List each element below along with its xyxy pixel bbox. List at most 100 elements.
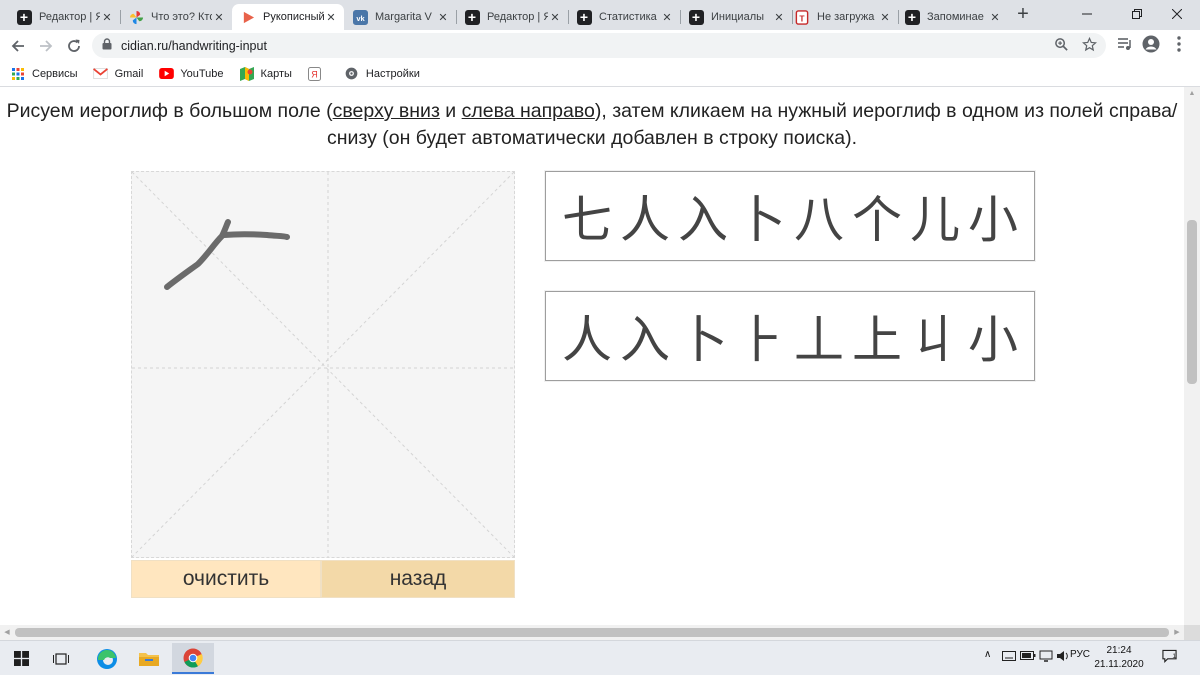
- horizontal-scroll-thumb[interactable]: [15, 628, 1169, 637]
- tab-editor-1[interactable]: + Редактор | Я ✕: [8, 4, 121, 30]
- candidate-char[interactable]: 上: [848, 301, 906, 371]
- file-explorer-icon[interactable]: [128, 643, 170, 674]
- url-text: cidian.ru/handwriting-input: [121, 38, 267, 53]
- plus-square-icon: +: [904, 9, 920, 25]
- gmail-icon: [93, 67, 109, 81]
- battery-icon[interactable]: [1020, 651, 1036, 663]
- close-icon[interactable]: ✕: [660, 11, 674, 24]
- tab-title: Рукописный: [263, 11, 324, 23]
- drawing-guides: [132, 172, 514, 557]
- windows-taskbar: ∧ РУС 21:24 21.11.2020 1: [0, 640, 1200, 675]
- handwriting-canvas[interactable]: [131, 171, 515, 558]
- tab-what-is-this[interactable]: Что это? Кто ✕: [120, 4, 233, 30]
- yandex-icon: Я: [307, 66, 323, 81]
- candidate-char[interactable]: 入: [674, 181, 732, 251]
- vertical-scroll-thumb[interactable]: [1187, 220, 1197, 384]
- notifications-icon[interactable]: 1: [1162, 649, 1177, 666]
- candidate-char[interactable]: 小: [964, 301, 1022, 371]
- close-icon[interactable]: ✕: [548, 11, 562, 24]
- candidate-char[interactable]: 儿: [906, 181, 964, 251]
- clock-date: 21.11.2020: [1094, 659, 1144, 670]
- tab-title: Не загружа: [817, 11, 875, 23]
- address-bar[interactable]: cidian.ru/handwriting-input: [92, 33, 1106, 58]
- tab-title: Margarita V: [375, 11, 432, 23]
- tab-initials[interactable]: + Инициалы ✕: [680, 4, 793, 30]
- star-icon[interactable]: [1080, 35, 1098, 53]
- candidate-char[interactable]: 个: [848, 181, 906, 251]
- left-right-link[interactable]: слева направо: [462, 100, 595, 122]
- tab-editor-2[interactable]: + Редактор | Я ✕: [456, 4, 569, 30]
- red-file-icon: T: [794, 9, 810, 25]
- drawn-stroke: [164, 219, 231, 290]
- language-indicator[interactable]: РУС: [1070, 649, 1090, 660]
- close-icon[interactable]: ✕: [878, 11, 892, 24]
- scroll-up-arrow-icon[interactable]: ▲: [1184, 87, 1200, 101]
- close-icon[interactable]: ✕: [772, 11, 786, 24]
- system-clock[interactable]: 21:24 21.11.2020: [1094, 644, 1144, 672]
- candidate-char[interactable]: 小: [964, 181, 1022, 251]
- svg-text:vk: vk: [356, 13, 365, 22]
- close-icon[interactable]: ✕: [100, 11, 114, 24]
- back-arrow-icon[interactable]: [6, 34, 30, 58]
- plus-square-icon: +: [688, 9, 704, 25]
- bookmark-settings[interactable]: Настройки: [344, 67, 420, 81]
- candidate-char[interactable]: 人: [558, 301, 616, 371]
- bookmark-gmail[interactable]: Gmail: [93, 67, 144, 81]
- close-icon[interactable]: ✕: [436, 11, 450, 24]
- network-icon[interactable]: [1039, 650, 1053, 665]
- candidate-char[interactable]: 丩: [906, 301, 964, 371]
- bookmark-services[interactable]: Сервисы: [10, 67, 78, 81]
- candidate-char[interactable]: 七: [558, 181, 616, 251]
- bookmark-youtube[interactable]: YouTube: [158, 67, 224, 81]
- tab-not-loading[interactable]: T Не загружа ✕: [786, 4, 899, 30]
- chrome-taskbar-icon[interactable]: [172, 643, 214, 674]
- profile-avatar-icon[interactable]: [1142, 35, 1160, 53]
- tray-chevron-icon[interactable]: ∧: [984, 649, 991, 660]
- edge-browser-icon[interactable]: [86, 643, 128, 674]
- close-window-icon[interactable]: [1154, 0, 1200, 28]
- candidate-char[interactable]: 入: [616, 301, 674, 371]
- tab-remember[interactable]: + Запоминае ✕: [896, 4, 1008, 30]
- scroll-right-arrow-icon[interactable]: ▶: [1170, 625, 1184, 640]
- tab-handwriting-active[interactable]: Рукописный ✕: [232, 4, 344, 30]
- new-tab-button[interactable]: +: [1012, 3, 1034, 25]
- apps-grid-icon: [10, 67, 26, 81]
- bookmark-label: Gmail: [114, 67, 144, 80]
- candidate-char[interactable]: 丄: [790, 301, 848, 371]
- media-playlist-icon[interactable]: [1116, 35, 1134, 53]
- candidate-char[interactable]: 人: [616, 181, 674, 251]
- bookmark-label: YouTube: [180, 67, 224, 80]
- bookmarks-bar: Сервисы Gmail YouTube Карты Я Настройки: [0, 61, 1200, 87]
- minimize-icon[interactable]: [1064, 0, 1110, 28]
- bookmark-yandex[interactable]: Я: [307, 66, 329, 81]
- forward-arrow-icon[interactable]: [34, 34, 58, 58]
- volume-icon[interactable]: [1056, 650, 1070, 665]
- undo-button[interactable]: назад: [321, 560, 515, 598]
- windows-start-icon[interactable]: [0, 643, 42, 674]
- menu-dots-icon[interactable]: [1170, 35, 1188, 53]
- candidate-char[interactable]: 八: [790, 181, 848, 251]
- close-icon[interactable]: ✕: [988, 11, 1002, 24]
- candidate-char[interactable]: ⺊: [732, 301, 790, 371]
- zoom-icon[interactable]: [1052, 35, 1070, 53]
- reload-icon[interactable]: [62, 34, 86, 58]
- clear-button[interactable]: очистить: [131, 560, 321, 598]
- task-view-icon[interactable]: [40, 643, 82, 674]
- tab-margarita[interactable]: vk Margarita V ✕: [344, 4, 457, 30]
- scroll-left-arrow-icon[interactable]: ◀: [0, 625, 14, 640]
- vertical-scrollbar[interactable]: ▲: [1184, 87, 1200, 625]
- candidate-char[interactable]: 卜: [732, 181, 790, 251]
- lock-icon: [102, 37, 112, 55]
- svg-text:Я: Я: [312, 69, 319, 79]
- keyboard-icon[interactable]: [1002, 651, 1016, 664]
- close-icon[interactable]: ✕: [212, 11, 226, 24]
- bookmark-maps[interactable]: Карты: [239, 66, 292, 81]
- youtube-icon: [158, 67, 174, 81]
- tab-statistics[interactable]: + Статистика ✕: [568, 4, 681, 30]
- close-icon[interactable]: ✕: [324, 11, 338, 24]
- tab-title: Редактор | Я: [487, 11, 548, 23]
- horizontal-scrollbar[interactable]: ◀ ▶: [0, 625, 1184, 640]
- candidate-char[interactable]: 卜: [674, 301, 732, 371]
- play-arrow-icon: [240, 9, 256, 25]
- top-down-link[interactable]: сверху вниз: [333, 100, 440, 122]
